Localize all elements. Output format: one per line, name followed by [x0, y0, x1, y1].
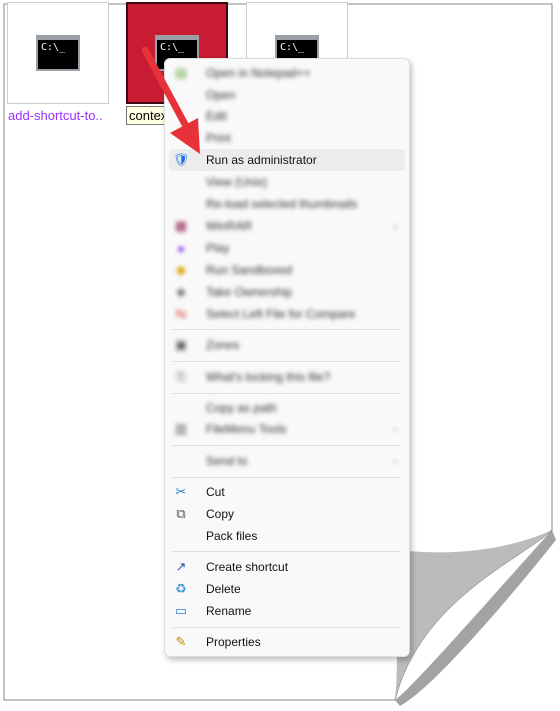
red-arrow-annotation [141, 46, 200, 154]
